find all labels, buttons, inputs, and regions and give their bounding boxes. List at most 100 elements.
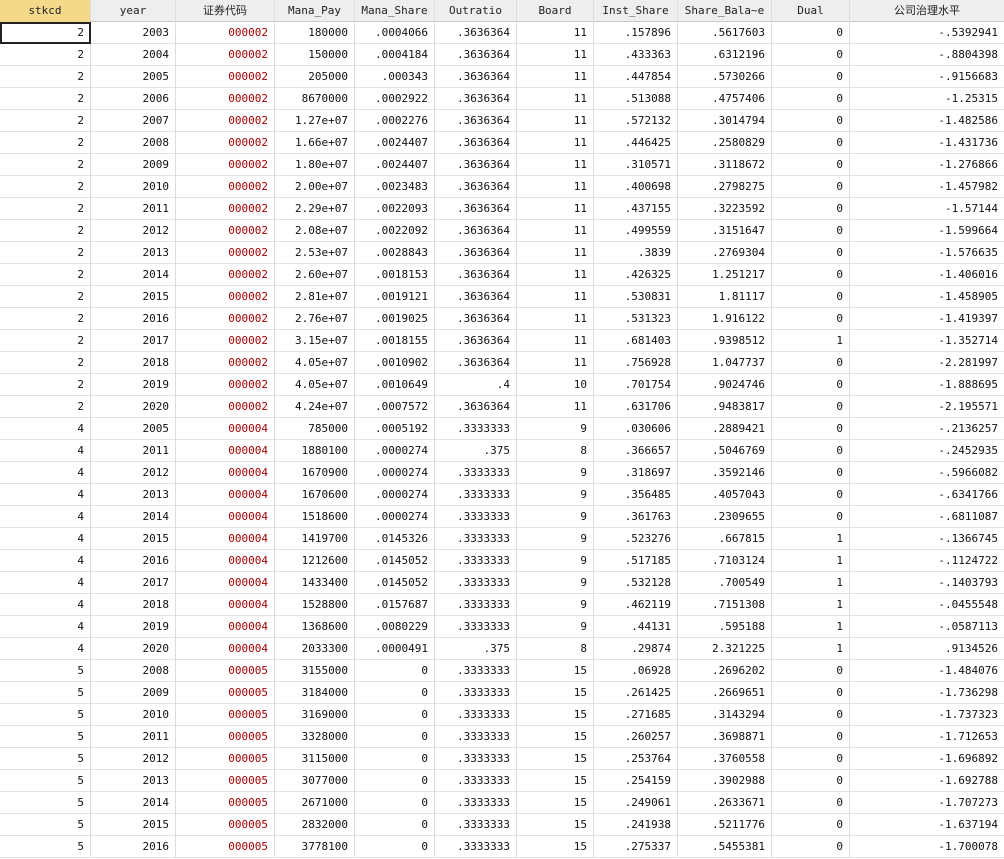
table-cell[interactable]: 15: [517, 814, 594, 836]
table-cell[interactable]: .0022093: [355, 198, 435, 220]
table-cell[interactable]: 1.81117: [678, 286, 772, 308]
table-cell[interactable]: 000004: [176, 528, 275, 550]
table-cell[interactable]: .5455381: [678, 836, 772, 858]
table-cell[interactable]: 0: [772, 352, 850, 374]
table-cell[interactable]: .3333333: [435, 682, 517, 704]
table-cell[interactable]: 4: [0, 418, 91, 440]
table-cell[interactable]: 2011: [91, 198, 176, 220]
table-cell[interactable]: 3.15e+07: [275, 330, 355, 352]
table-cell[interactable]: .0002922: [355, 88, 435, 110]
table-cell[interactable]: 2671000: [275, 792, 355, 814]
table-cell[interactable]: 0: [772, 792, 850, 814]
table-cell[interactable]: .0004066: [355, 22, 435, 44]
table-cell[interactable]: .3333333: [435, 484, 517, 506]
table-cell[interactable]: 2005: [91, 418, 176, 440]
table-cell[interactable]: 9: [517, 550, 594, 572]
table-cell[interactable]: 0: [772, 814, 850, 836]
table-cell[interactable]: 2005: [91, 66, 176, 88]
column-header-1[interactable]: year: [91, 0, 176, 22]
column-header-5[interactable]: Outratio: [435, 0, 517, 22]
table-cell[interactable]: .261425: [594, 682, 678, 704]
table-cell[interactable]: 2: [0, 374, 91, 396]
table-cell[interactable]: 9: [517, 506, 594, 528]
table-cell[interactable]: .2669651: [678, 682, 772, 704]
table-cell[interactable]: 2010: [91, 704, 176, 726]
table-cell[interactable]: .3636364: [435, 308, 517, 330]
table-cell[interactable]: .241938: [594, 814, 678, 836]
table-cell[interactable]: .0018155: [355, 330, 435, 352]
table-cell[interactable]: 180000: [275, 22, 355, 44]
table-cell[interactable]: 2.321225: [678, 638, 772, 660]
column-header-0[interactable]: stkcd: [0, 0, 91, 22]
table-cell[interactable]: 0: [772, 22, 850, 44]
table-cell[interactable]: 1518600: [275, 506, 355, 528]
table-cell[interactable]: .9134526: [850, 638, 1004, 660]
table-cell[interactable]: -.6341766: [850, 484, 1004, 506]
table-cell[interactable]: -.5966082: [850, 462, 1004, 484]
table-cell[interactable]: 4: [0, 440, 91, 462]
table-cell[interactable]: 3328000: [275, 726, 355, 748]
table-cell[interactable]: 000002: [176, 308, 275, 330]
table-cell[interactable]: .3333333: [435, 528, 517, 550]
table-cell[interactable]: 9: [517, 594, 594, 616]
table-cell[interactable]: 3778100: [275, 836, 355, 858]
table-cell[interactable]: 1: [772, 638, 850, 660]
table-cell[interactable]: .3014794: [678, 110, 772, 132]
table-cell[interactable]: -1.484076: [850, 660, 1004, 682]
table-cell[interactable]: 3077000: [275, 770, 355, 792]
table-cell[interactable]: 1.27e+07: [275, 110, 355, 132]
table-cell[interactable]: 000002: [176, 374, 275, 396]
table-cell[interactable]: 000004: [176, 418, 275, 440]
table-cell[interactable]: .517185: [594, 550, 678, 572]
table-cell[interactable]: 0: [772, 440, 850, 462]
table-cell[interactable]: 2.53e+07: [275, 242, 355, 264]
table-cell[interactable]: -.8804398: [850, 44, 1004, 66]
table-cell[interactable]: .0018153: [355, 264, 435, 286]
table-cell[interactable]: .532128: [594, 572, 678, 594]
table-cell[interactable]: .3760558: [678, 748, 772, 770]
table-cell[interactable]: 4: [0, 638, 91, 660]
table-cell[interactable]: .3839: [594, 242, 678, 264]
table-cell[interactable]: .447854: [594, 66, 678, 88]
table-cell[interactable]: 0: [772, 374, 850, 396]
table-cell[interactable]: 8670000: [275, 88, 355, 110]
table-cell[interactable]: 5: [0, 726, 91, 748]
table-cell[interactable]: 4: [0, 572, 91, 594]
table-cell[interactable]: .0000274: [355, 462, 435, 484]
table-cell[interactable]: .249061: [594, 792, 678, 814]
table-cell[interactable]: 0: [772, 682, 850, 704]
table-cell[interactable]: 2012: [91, 462, 176, 484]
table-cell[interactable]: .4: [435, 374, 517, 396]
table-cell[interactable]: .310571: [594, 154, 678, 176]
table-cell[interactable]: 205000: [275, 66, 355, 88]
table-cell[interactable]: 000002: [176, 66, 275, 88]
table-cell[interactable]: 0: [772, 748, 850, 770]
table-cell[interactable]: .3333333: [435, 550, 517, 572]
table-cell[interactable]: .433363: [594, 44, 678, 66]
table-cell[interactable]: .375: [435, 440, 517, 462]
table-cell[interactable]: 0: [355, 704, 435, 726]
table-cell[interactable]: 0: [772, 836, 850, 858]
table-cell[interactable]: 2019: [91, 374, 176, 396]
table-cell[interactable]: 000002: [176, 44, 275, 66]
table-cell[interactable]: 4: [0, 594, 91, 616]
table-cell[interactable]: .523276: [594, 528, 678, 550]
data-editor-grid[interactable]: stkcd year 证券代码 Mana_Pay Mana_Share Outratio B…: [0, 0, 1004, 858]
table-cell[interactable]: 1670600: [275, 484, 355, 506]
table-cell[interactable]: -1.692788: [850, 770, 1004, 792]
table-cell[interactable]: 15: [517, 792, 594, 814]
table-cell[interactable]: .0019025: [355, 308, 435, 330]
table-cell[interactable]: 1: [772, 330, 850, 352]
table-cell[interactable]: 1670900: [275, 462, 355, 484]
table-cell[interactable]: .3636364: [435, 66, 517, 88]
table-cell[interactable]: .5730266: [678, 66, 772, 88]
table-cell[interactable]: .0028843: [355, 242, 435, 264]
table-cell[interactable]: 5: [0, 748, 91, 770]
table-cell[interactable]: 0: [772, 726, 850, 748]
table-cell[interactable]: 000005: [176, 704, 275, 726]
table-cell[interactable]: -1.712653: [850, 726, 1004, 748]
table-cell[interactable]: 4.05e+07: [275, 374, 355, 396]
table-cell[interactable]: .0023483: [355, 176, 435, 198]
table-cell[interactable]: 1: [772, 550, 850, 572]
table-cell[interactable]: 0: [772, 506, 850, 528]
